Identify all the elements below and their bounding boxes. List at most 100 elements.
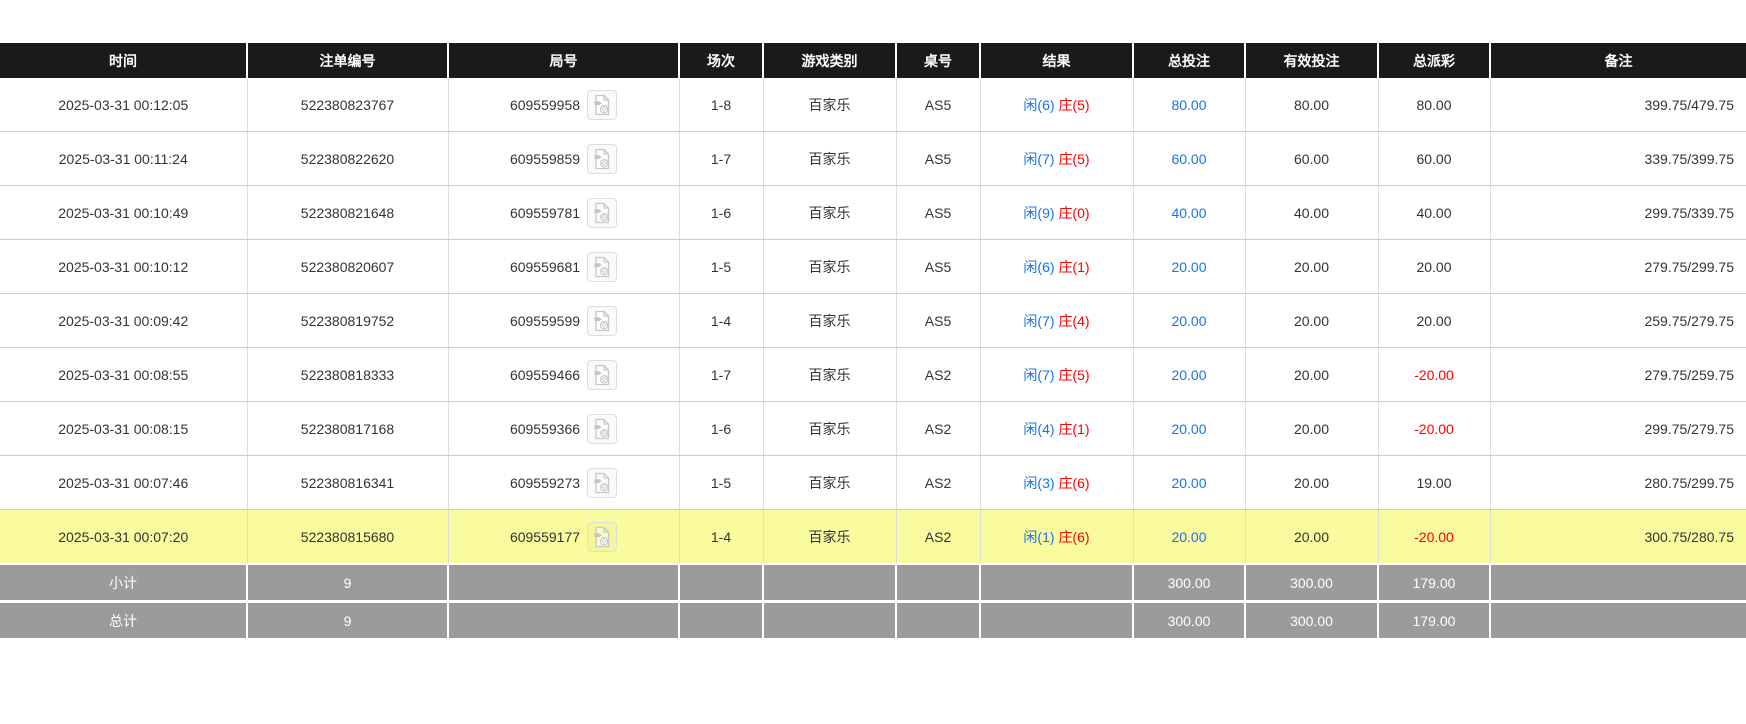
round-cell: 609559958: [448, 78, 680, 132]
result-banker: 庄(5): [1058, 150, 1090, 167]
header-cell-table-number: 桌号: [896, 43, 981, 78]
valid-bet-cell: 20.00: [1245, 401, 1379, 456]
result-banker: 庄(1): [1058, 420, 1090, 437]
round-number: 609559681: [509, 258, 581, 275]
bet-id-cell: 522380823767: [247, 78, 449, 132]
game-type-cell: 百家乐: [763, 293, 897, 348]
result-cell: 闲(3) 庄(6): [980, 455, 1134, 510]
remark-cell: 259.75/279.75: [1490, 293, 1746, 348]
bet-id-cell: 522380822620: [247, 131, 449, 186]
payout-cell: 19.00: [1378, 455, 1491, 510]
valid-bet-cell: 20.00: [1245, 293, 1379, 348]
time-cell: 2025-03-31 00:07:20: [0, 509, 248, 565]
video-replay-button[interactable]: [587, 89, 618, 120]
bet-id-cell: 522380816341: [247, 455, 449, 510]
footer-round-cell: [448, 600, 680, 638]
session-cell: 1-4: [679, 509, 764, 565]
footer-round-cell: [448, 563, 680, 602]
video-replay-button[interactable]: [587, 467, 618, 498]
video-icon: [594, 202, 610, 223]
game-type-cell: 百家乐: [763, 347, 897, 402]
footer-game-type-cell: [763, 600, 897, 638]
table-row[interactable]: 2025-03-31 00:12:05 522380823767 609559958…: [0, 78, 1746, 132]
remark-cell: 279.75/299.75: [1490, 239, 1746, 294]
table-row[interactable]: 2025-03-31 00:09:42 522380819752 609559599…: [0, 293, 1746, 348]
table-row[interactable]: 2025-03-31 00:07:46 522380816341 609559273…: [0, 455, 1746, 510]
game-type-cell: 百家乐: [763, 509, 897, 565]
video-icon: [594, 148, 610, 169]
result-player: 闲(3): [1023, 474, 1055, 491]
total-bet-value[interactable]: 20.00: [1171, 421, 1206, 437]
total-bet-cell: 40.00: [1133, 185, 1246, 240]
video-replay-button[interactable]: [587, 143, 618, 174]
total-bet-value[interactable]: 20.00: [1171, 529, 1206, 545]
total-bet-cell: 20.00: [1133, 509, 1246, 565]
valid-bet-cell: 20.00: [1245, 347, 1379, 402]
total-bet-value[interactable]: 20.00: [1171, 313, 1206, 329]
table-number-cell: AS2: [896, 455, 981, 510]
round-cell: 609559273: [448, 455, 680, 510]
result-player: 闲(7): [1023, 312, 1055, 329]
table-number-cell: AS2: [896, 509, 981, 565]
table-row[interactable]: 2025-03-31 00:07:20 522380815680 609559177…: [0, 509, 1746, 565]
table-row[interactable]: 2025-03-31 00:10:12 522380820607 609559681…: [0, 239, 1746, 294]
table-row[interactable]: 2025-03-31 00:08:15 522380817168 609559366…: [0, 401, 1746, 456]
total-bet-cell: 20.00: [1133, 347, 1246, 402]
table-row[interactable]: 2025-03-31 00:08:55 522380818333 609559466…: [0, 347, 1746, 402]
total-bet-value[interactable]: 80.00: [1171, 97, 1206, 113]
video-replay-button[interactable]: [587, 197, 618, 228]
session-cell: 1-7: [679, 131, 764, 186]
video-replay-button[interactable]: [587, 413, 618, 444]
footer-session-cell: [679, 563, 764, 602]
result-cell: 闲(6) 庄(5): [980, 78, 1134, 132]
payout-cell: 20.00: [1378, 293, 1491, 348]
video-replay-button[interactable]: [587, 305, 618, 336]
valid-bet-cell: 80.00: [1245, 78, 1379, 132]
payout-cell: 60.00: [1378, 131, 1491, 186]
remark-cell: 300.75/280.75: [1490, 509, 1746, 565]
header-cell-session: 场次: [679, 43, 764, 78]
table-body: 2025-03-31 00:12:05 522380823767 609559958…: [0, 78, 1746, 565]
table-row[interactable]: 2025-03-31 00:10:49 522380821648 609559781…: [0, 185, 1746, 240]
video-replay-button[interactable]: [587, 521, 618, 552]
result-player: 闲(7): [1023, 150, 1055, 167]
header-cell-round-id: 局号: [448, 43, 680, 78]
total-bet-value[interactable]: 20.00: [1171, 259, 1206, 275]
video-icon: [594, 364, 610, 385]
remark-cell: 399.75/479.75: [1490, 78, 1746, 132]
time-cell: 2025-03-31 00:10:12: [0, 239, 248, 294]
table-row[interactable]: 2025-03-31 00:11:24 522380822620 609559859…: [0, 131, 1746, 186]
table-number-cell: AS5: [896, 78, 981, 132]
header-cell-total-bet: 总投注: [1133, 43, 1246, 78]
video-replay-button[interactable]: [587, 251, 618, 282]
video-icon: [594, 310, 610, 331]
time-cell: 2025-03-31 00:07:46: [0, 455, 248, 510]
result-player: 闲(7): [1023, 366, 1055, 383]
total-bet-value[interactable]: 20.00: [1171, 367, 1206, 383]
header-cell-bet-id: 注单编号: [247, 43, 449, 78]
session-cell: 1-4: [679, 293, 764, 348]
bet-id-cell: 522380820607: [247, 239, 449, 294]
result-banker: 庄(6): [1058, 528, 1090, 545]
total-bet-value[interactable]: 60.00: [1171, 151, 1206, 167]
remark-cell: 299.75/339.75: [1490, 185, 1746, 240]
valid-bet-cell: 20.00: [1245, 239, 1379, 294]
game-type-cell: 百家乐: [763, 131, 897, 186]
video-replay-button[interactable]: [587, 359, 618, 390]
payout-cell: 80.00: [1378, 78, 1491, 132]
footer-remark-cell: [1490, 600, 1746, 638]
session-cell: 1-6: [679, 401, 764, 456]
bet-records-table: 时间 注单编号 局号 场次 游戏类别 桌号 结果 总投注 有效投注 总派彩 备注…: [0, 43, 1746, 638]
header-cell-result: 结果: [980, 43, 1134, 78]
header-cell-game-type: 游戏类别: [763, 43, 897, 78]
footer-valid-bet-cell: 300.00: [1245, 600, 1379, 638]
remark-cell: 299.75/279.75: [1490, 401, 1746, 456]
result-cell: 闲(9) 庄(0): [980, 185, 1134, 240]
total-bet-value[interactable]: 20.00: [1171, 475, 1206, 491]
grand-total-row: 总计 9 300.00 300.00 179.00: [0, 600, 1746, 638]
bet-id-cell: 522380821648: [247, 185, 449, 240]
table-number-cell: AS5: [896, 239, 981, 294]
total-bet-cell: 80.00: [1133, 78, 1246, 132]
result-cell: 闲(1) 庄(6): [980, 509, 1134, 565]
total-bet-value[interactable]: 40.00: [1171, 205, 1206, 221]
